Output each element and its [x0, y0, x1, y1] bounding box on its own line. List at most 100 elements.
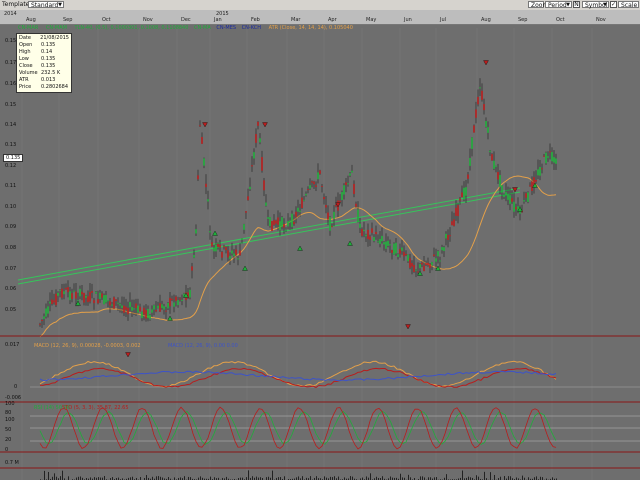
candle-body: [393, 243, 395, 255]
candle-body: [467, 174, 469, 179]
candle-body: [143, 307, 145, 315]
candle-body: [241, 238, 243, 240]
candle-body: [419, 263, 421, 269]
candle-body: [423, 265, 425, 272]
candle-body: [215, 245, 217, 252]
month-label: Mar: [291, 17, 301, 23]
volume-bar: [536, 476, 537, 480]
candle-body: [443, 247, 445, 252]
candle-body: [359, 223, 361, 228]
trendline-lower: [17, 191, 521, 285]
candle-body: [483, 104, 485, 111]
volume-bar: [324, 476, 325, 480]
candle-body: [63, 291, 65, 295]
zoom-dropdown[interactable]: Zoom: [528, 1, 548, 9]
candle-body: [363, 229, 365, 232]
period-dropdown[interactable]: Period ▼: [545, 1, 572, 9]
time-axis: 2014 2015 Aug Sep Oct Nov Dec Jan Feb Mar Apr May…: [0, 10, 640, 25]
symbol-dropdown[interactable]: Symbol ▼: [582, 1, 609, 9]
candle-body: [81, 291, 83, 295]
candle-body: [293, 221, 295, 225]
candle-body: [211, 242, 213, 247]
candle-body: [231, 250, 233, 254]
info-row: Volume 232.5 K: [19, 70, 69, 77]
macd-label-2: MACD (12, 26, 9), 0.00 0.00: [168, 343, 238, 349]
candle-body: [55, 293, 57, 306]
candle-body: [71, 293, 73, 299]
candle-body: [289, 220, 291, 223]
candle-body: [69, 291, 71, 301]
scale-checkbox[interactable]: ✓: [610, 1, 617, 8]
candle-body: [331, 226, 333, 228]
price-tick: 0.08: [5, 245, 17, 251]
info-row: ATR 0.013: [19, 77, 69, 84]
macd-axis-zero: 0: [14, 384, 18, 390]
candle-body: [453, 219, 455, 226]
price-chart[interactable]: [0, 24, 640, 480]
info-value: 0.013: [41, 77, 56, 83]
month-label: Aug: [481, 17, 491, 23]
candle-body: [299, 210, 301, 213]
volume-bar: [350, 476, 351, 480]
month-label: Jun: [404, 17, 412, 23]
info-value: 0.135: [41, 56, 56, 62]
candle-body: [543, 155, 545, 157]
info-value: 232.5 K: [41, 70, 61, 76]
candle-body: [371, 228, 373, 233]
candle-body: [203, 158, 205, 166]
price-tick: 0.13: [5, 142, 17, 148]
candle-body: [379, 239, 381, 244]
candle-body: [511, 198, 513, 202]
volume-bar: [422, 476, 423, 480]
candle-body: [147, 308, 149, 319]
candle-body: [247, 196, 249, 201]
month-label: Jan: [214, 17, 222, 23]
candle-body: [495, 165, 497, 167]
candle-body: [171, 298, 173, 300]
volume-bar: [490, 472, 491, 480]
trendline-upper: [17, 187, 521, 281]
candle-body: [317, 172, 319, 180]
osc-tick: 50: [5, 427, 12, 433]
candle-body: [307, 189, 309, 191]
candle-body: [553, 157, 555, 163]
n-checkbox[interactable]: N: [573, 1, 580, 8]
candle-body: [313, 181, 315, 185]
sell-marker: [483, 60, 489, 66]
candle-body: [279, 221, 281, 231]
candle-body: [515, 207, 517, 210]
candle-body: [139, 306, 141, 312]
volume-bar: [382, 476, 383, 480]
month-label: Oct: [102, 17, 111, 23]
template-dropdown[interactable]: Standard ▼: [28, 1, 64, 9]
candle-body: [383, 242, 385, 245]
candle-body: [381, 235, 383, 242]
volume-bar: [302, 476, 303, 480]
volume-bar: [334, 476, 335, 480]
osc-tick: 0: [5, 447, 9, 453]
volume-bar: [44, 470, 45, 480]
candle-body: [249, 186, 251, 190]
candle-body: [177, 300, 179, 306]
macd-panel: [30, 360, 640, 388]
candle-body: [339, 200, 341, 202]
volume-bar: [484, 471, 485, 480]
month-label: Feb: [251, 17, 260, 23]
volume-bar: [338, 476, 339, 480]
candle-body: [493, 160, 495, 169]
volume-bar: [60, 476, 61, 480]
volume-bar: [504, 476, 505, 480]
candle-body: [309, 185, 311, 189]
candle-body: [461, 192, 463, 198]
candle-body: [323, 196, 325, 200]
volume-bar: [508, 476, 509, 480]
candle-body: [321, 185, 323, 187]
candle-body: [53, 300, 55, 303]
candle-body: [551, 152, 553, 162]
volume-bar: [146, 475, 147, 480]
candle-body: [45, 308, 47, 317]
scale-dropdown[interactable]: Scale: [618, 1, 639, 9]
candle-body: [111, 304, 113, 306]
candle-body: [357, 209, 359, 222]
candle-body: [523, 200, 525, 202]
